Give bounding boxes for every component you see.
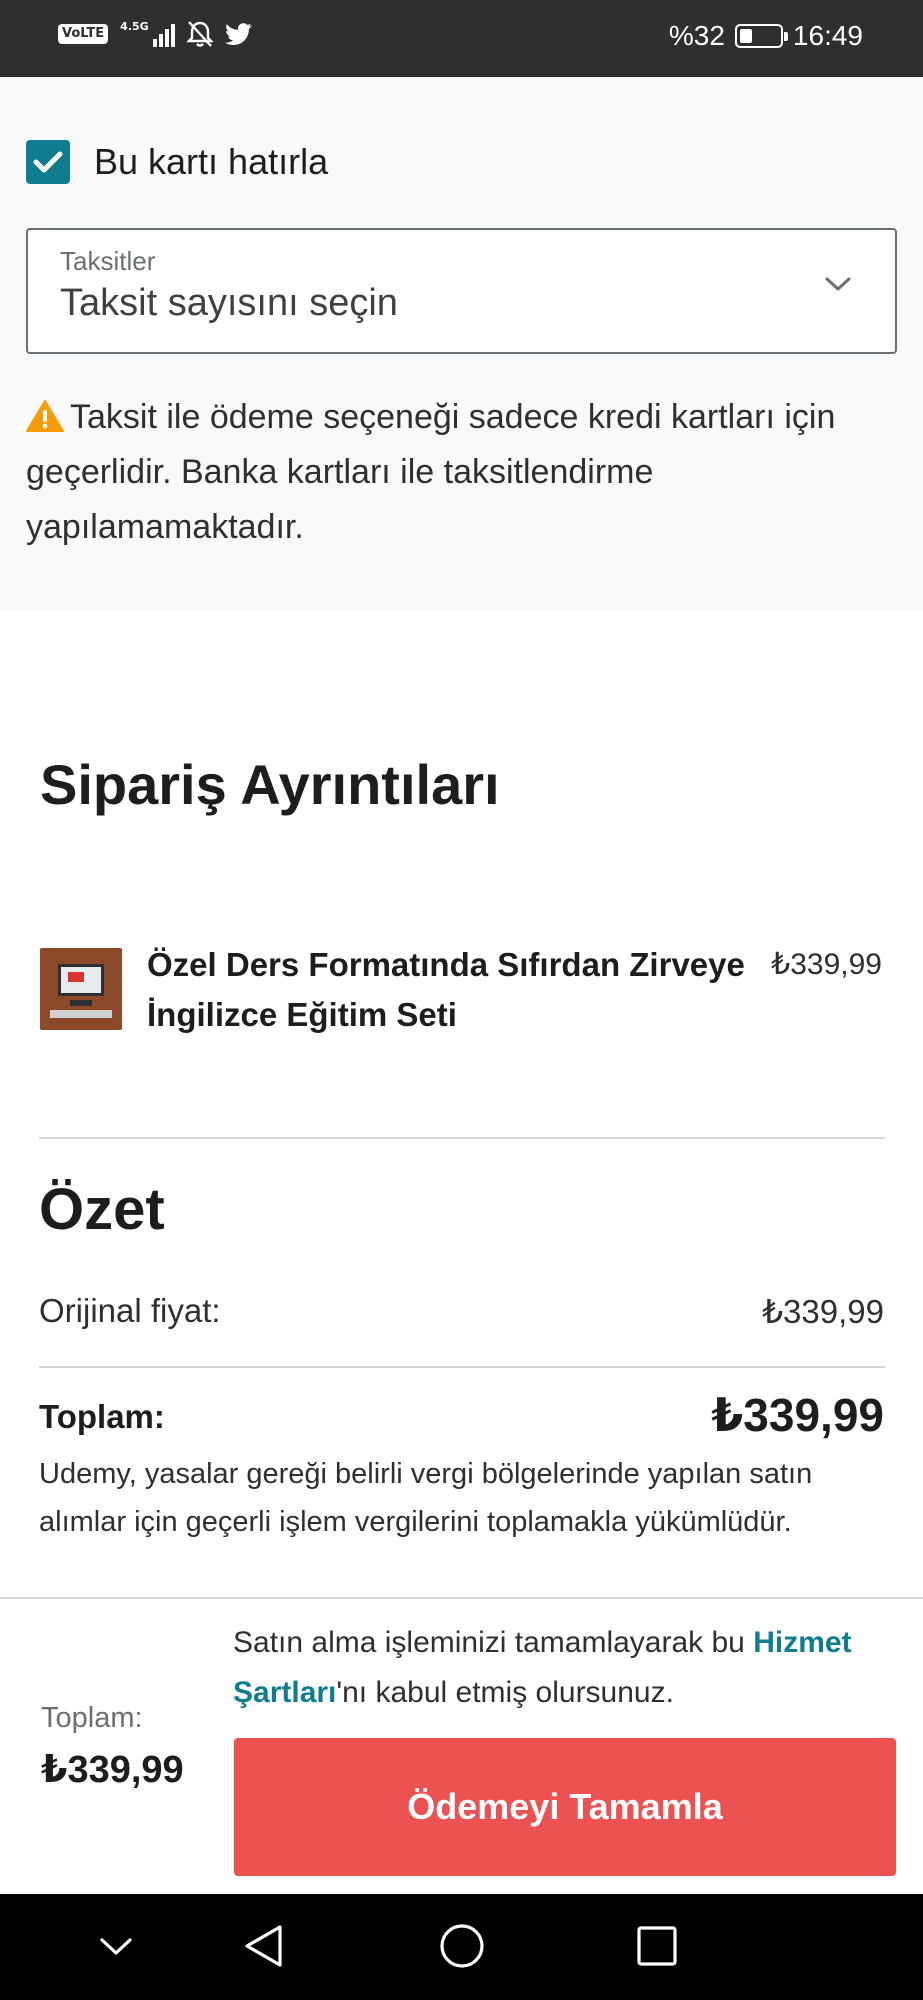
checkout-total-label: Toplam: — [41, 1702, 143, 1734]
status-icons-left: VoLTE 4.5G — [58, 20, 253, 48]
navigation-bar — [0, 1894, 923, 2000]
battery-icon — [734, 24, 788, 48]
warning-icon — [26, 400, 64, 432]
tax-note: Udemy, yasalar gereği belirli vergi bölg… — [39, 1458, 813, 1538]
remember-card-label: Bu kartı hatırla — [94, 141, 329, 182]
checkout-total-value: ₺339,99 — [41, 1749, 184, 1791]
installments-select[interactable]: Taksitler Taksit sayısını seçin — [26, 228, 897, 354]
original-price-label: Orijinal fiyat: — [39, 1292, 221, 1329]
mute-icon — [186, 21, 213, 47]
course-title[interactable]: Özel Ders Formatında Sıfırdan Zirveye İn… — [147, 940, 767, 1040]
original-price-value: ₺339,99 — [762, 1293, 884, 1330]
order-details-title: Sipariş Ayrıntıları — [40, 753, 500, 816]
home-icon[interactable] — [438, 1922, 486, 1970]
back-icon[interactable] — [242, 1922, 286, 1970]
terms-prefix: Satın alma işleminizi tamamlayarak bu — [233, 1626, 754, 1659]
total-value: ₺339,99 — [711, 1389, 884, 1441]
complete-payment-button[interactable]: Ödemeyi Tamamla — [234, 1738, 896, 1876]
installments-value: Taksit sayısını seçin — [60, 282, 398, 324]
hide-keyboard-icon[interactable] — [96, 1934, 136, 1960]
recent-apps-icon[interactable] — [635, 1924, 679, 1968]
check-icon — [33, 151, 63, 173]
network-type: 4.5G — [120, 20, 149, 33]
volte-icon: VoLTE — [58, 24, 109, 44]
clock: 16:49 — [792, 20, 863, 51]
summary-title: Özet — [39, 1177, 165, 1242]
installments-label: Taksitler — [60, 246, 156, 276]
course-price: ₺339,99 — [771, 948, 882, 981]
terms-suffix: 'nı kabul etmiş olursunuz. — [336, 1676, 674, 1709]
chevron-down-icon — [825, 277, 851, 291]
total-label: Toplam: — [39, 1398, 165, 1435]
status-bar: VoLTE 4.5G %32 16:49 — [0, 0, 923, 77]
warning-text: Taksit ile ödeme seçeneği sadece kredi k… — [26, 398, 836, 546]
installment-warning: Taksit ile ödeme seçeneği sadece kredi k… — [26, 390, 896, 555]
battery-percent: %32 — [668, 20, 725, 51]
remember-card-checkbox[interactable] — [26, 140, 70, 184]
divider — [39, 1137, 885, 1139]
course-thumbnail — [40, 948, 122, 1030]
battery-fill — [739, 29, 753, 43]
terms-text: Satın alma işleminizi tamamlayarak bu Hi… — [233, 1618, 893, 1718]
signal-icon: 4.5G — [120, 21, 175, 47]
twitter-icon — [224, 23, 252, 45]
divider — [39, 1366, 885, 1368]
status-icons-right: %32 16:49 — [669, 20, 863, 52]
remember-card-row[interactable]: Bu kartı hatırla — [26, 140, 328, 184]
